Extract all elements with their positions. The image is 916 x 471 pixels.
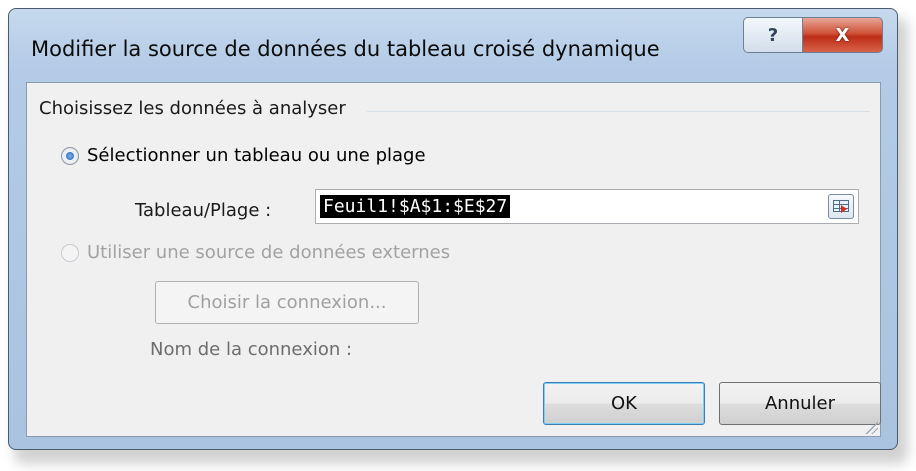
radio-external-source[interactable]: Utiliser une source de données externes — [61, 242, 450, 263]
ok-button[interactable]: OK — [543, 382, 705, 425]
section-label: Choisissez les données à analyser — [39, 98, 346, 119]
section-divider — [367, 111, 870, 112]
range-value: Feuil1!$A$1:$E$27 — [320, 195, 511, 218]
dialog-title: Modifier la source de données du tableau… — [31, 37, 660, 61]
range-input[interactable]: Feuil1!$A$1:$E$27 — [315, 189, 859, 224]
close-button[interactable]: X — [803, 17, 883, 53]
choose-connection-button[interactable]: Choisir la connexion... — [155, 281, 419, 324]
range-label: Tableau/Plage : — [135, 200, 272, 221]
cancel-button[interactable]: Annuler — [719, 382, 881, 425]
caption-buttons: ? X — [743, 17, 883, 53]
radio-checked-icon[interactable] — [61, 146, 79, 165]
help-icon: ? — [767, 24, 779, 46]
radio-select-range[interactable]: Sélectionner un tableau ou une plage — [61, 145, 426, 166]
help-button[interactable]: ? — [743, 17, 803, 53]
radio-select-range-label: Sélectionner un tableau ou une plage — [87, 145, 426, 166]
radio-unchecked-icon[interactable] — [61, 243, 79, 262]
dialog-window: Modifier la source de données du tableau… — [8, 8, 898, 450]
resize-grip-icon[interactable] — [864, 420, 878, 434]
radio-external-source-label: Utiliser une source de données externes — [87, 242, 451, 263]
connection-name-label: Nom de la connexion : — [150, 339, 353, 360]
range-arrow-icon — [841, 205, 847, 213]
range-collapse-button[interactable] — [828, 194, 854, 219]
dialog-client-area: Choisissez les données à analyser Sélect… — [26, 82, 881, 437]
close-icon: X — [835, 24, 850, 46]
